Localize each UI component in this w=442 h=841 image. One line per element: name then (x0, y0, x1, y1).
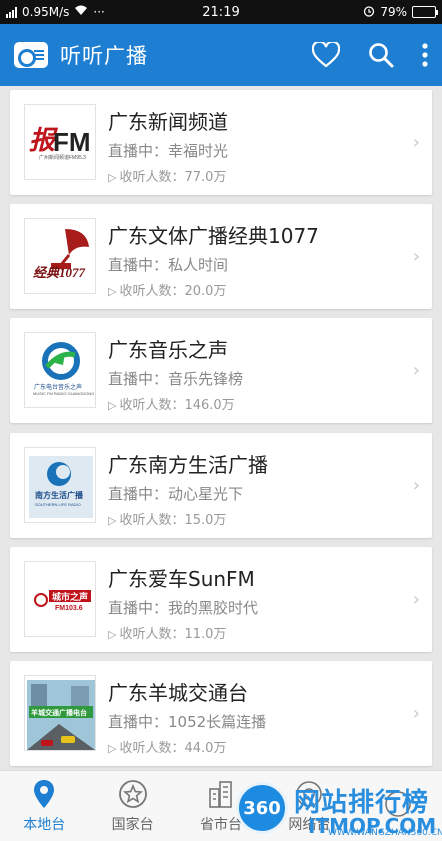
search-icon[interactable] (368, 42, 394, 68)
logo-caption: SOUTHERN LIFE RADIO (35, 502, 81, 507)
logo-text: 羊城交通广播电台 (31, 708, 87, 717)
tab-label: 国家台 (111, 816, 154, 833)
listener-count: ▷ 收听人数：146.0万 (108, 394, 235, 413)
station-card[interactable]: 报 FM 广州新闻频道FM95.3 广东新闻频道 直播中：幸福时光 ▷ 收听人数：… (10, 90, 432, 195)
now-playing: 直播中：音乐先锋榜 (108, 370, 244, 388)
app-title: 听听广播 (60, 44, 148, 68)
station-name: 广东南方生活广播 (108, 453, 268, 477)
listener-count-text: 收听人数：77.0万 (119, 170, 227, 185)
chevron-right-icon: › (412, 360, 420, 381)
play-icon: ▷ (108, 742, 117, 755)
status-right: 79% (363, 5, 438, 20)
listener-count: ▷ 收听人数：15.0万 (108, 509, 226, 528)
chevron-right-icon: › (412, 132, 420, 153)
alarm-icon (363, 5, 375, 20)
now-playing: 直播中：私人时间 (108, 256, 229, 274)
station-name: 广东爱车SunFM (108, 567, 255, 591)
tab-network[interactable]: 网络台 (265, 771, 353, 841)
chevron-right-icon: › (412, 703, 420, 724)
now-playing: 直播中：动心星光下 (108, 485, 244, 503)
station-card[interactable]: 城市之声 FM103.6 广东爱车SunFM 直播中：我的黑胶时代 ▷ 收听人数：… (10, 547, 432, 652)
listener-count: ▷ 收听人数：77.0万 (108, 166, 226, 185)
logo-text: 南方生活广播 (35, 490, 84, 500)
overflow-menu-icon[interactable] (422, 43, 428, 67)
star-circle-icon (118, 779, 147, 808)
favorite-heart-icon[interactable] (312, 42, 340, 68)
tab-label: 本地台 (23, 816, 66, 833)
now-playing: 直播中：幸福时光 (108, 142, 229, 160)
listener-count: ▷ 收听人数：11.0万 (108, 623, 226, 642)
listener-count: ▷ 收听人数：44.0万 (108, 737, 226, 756)
chevron-right-icon: › (412, 475, 420, 496)
station-card[interactable]: 经典1077 广东文体广播经典1077 直播中：私人时间 ▷ 收听人数：20.0万… (10, 204, 432, 309)
chevron-right-icon: › (412, 246, 420, 267)
tab-national[interactable]: 国家台 (88, 771, 176, 841)
status-left: 0.95M/s ··· (6, 5, 105, 19)
battery-percent: 79% (380, 5, 407, 19)
play-icon: ▷ (108, 628, 117, 641)
city-voice-logo-icon: 城市之声 FM103.6 (24, 561, 96, 637)
tab-label: 网络台 (288, 816, 331, 833)
network-icon (296, 780, 323, 807)
bottom-nav: 本地台 国家台 省市台 网络台 (0, 770, 442, 841)
station-card[interactable]: 南方生活广播 SOUTHERN LIFE RADIO 广东南方生活广播 直播中：… (10, 433, 432, 538)
chevron-right-icon: › (412, 589, 420, 610)
app-header: 听听广播 (0, 24, 442, 86)
status-bar: 0.95M/s ··· 21:19 79% (0, 0, 442, 24)
tab-label: 省市台 (200, 816, 243, 833)
station-name: 广东文体广播经典1077 (108, 224, 319, 248)
listener-count-text: 收听人数：20.0万 (119, 284, 227, 299)
now-playing: 直播中：1052长篇连播 (108, 713, 267, 731)
now-playing: 直播中：我的黑胶时代 (108, 599, 259, 617)
station-name: 广东羊城交通台 (108, 681, 248, 705)
listener-count-text: 收听人数：15.0万 (119, 513, 227, 528)
tab-more[interactable] (354, 771, 442, 841)
music-swirl-logo-icon: 广东电台音乐之声 MUSIC FM RADIO GUANGDONG (24, 332, 96, 408)
listener-count-text: 收听人数：146.0万 (119, 398, 235, 413)
tab-provincial[interactable]: 省市台 (177, 771, 265, 841)
station-card[interactable]: 羊城交通广播电台 广东羊城交通台 直播中：1052长篇连播 ▷ 收听人数：44.0… (10, 661, 432, 766)
more-tab-icon (385, 790, 411, 817)
wifi-icon (74, 5, 88, 19)
logo-caption: FM103.6 (55, 605, 83, 612)
listener-count: ▷ 收听人数：20.0万 (108, 280, 226, 299)
station-list: 报 FM 广州新闻频道FM95.3 广东新闻频道 直播中：幸福时光 ▷ 收听人数：… (0, 86, 442, 770)
southern-life-logo-icon: 南方生活广播 SOUTHERN LIFE RADIO (24, 447, 96, 523)
radio-logo-icon (14, 42, 48, 68)
listener-count-text: 收听人数：44.0万 (119, 741, 227, 756)
logo-text: 城市之声 (52, 591, 88, 602)
buildings-icon (209, 780, 232, 808)
tab-local[interactable]: 本地台 (0, 771, 88, 841)
play-icon: ▷ (108, 285, 117, 298)
gramophone-logo-icon: 经典1077 (24, 218, 96, 294)
traffic-radio-logo-icon: 羊城交通广播电台 (24, 675, 96, 751)
play-icon: ▷ (108, 399, 117, 412)
logo-caption: MUSIC FM RADIO GUANGDONG (33, 391, 94, 396)
play-icon: ▷ (108, 171, 117, 184)
logo-caption: 广州新闻频道FM95.3 (39, 154, 86, 161)
signal-icon (6, 6, 17, 18)
station-name: 广东新闻频道 (108, 110, 228, 134)
news-fm-logo-icon: 报 FM 广州新闻频道FM95.3 (24, 104, 96, 180)
logo-text: 经典1077 (33, 265, 86, 280)
logo-text: 广东电台音乐之声 (34, 383, 82, 391)
more-status: ··· (93, 5, 105, 19)
play-icon: ▷ (108, 514, 117, 527)
listener-count-text: 收听人数：11.0万 (119, 627, 227, 642)
battery-icon (412, 6, 438, 18)
station-card[interactable]: 广东电台音乐之声 MUSIC FM RADIO GUANGDONG 广东音乐之声… (10, 318, 432, 423)
network-speed: 0.95M/s (22, 5, 70, 19)
header-actions (312, 42, 428, 68)
station-name: 广东音乐之声 (108, 338, 228, 362)
location-pin-icon (34, 779, 55, 808)
logo-fm-text: FM (53, 127, 91, 157)
